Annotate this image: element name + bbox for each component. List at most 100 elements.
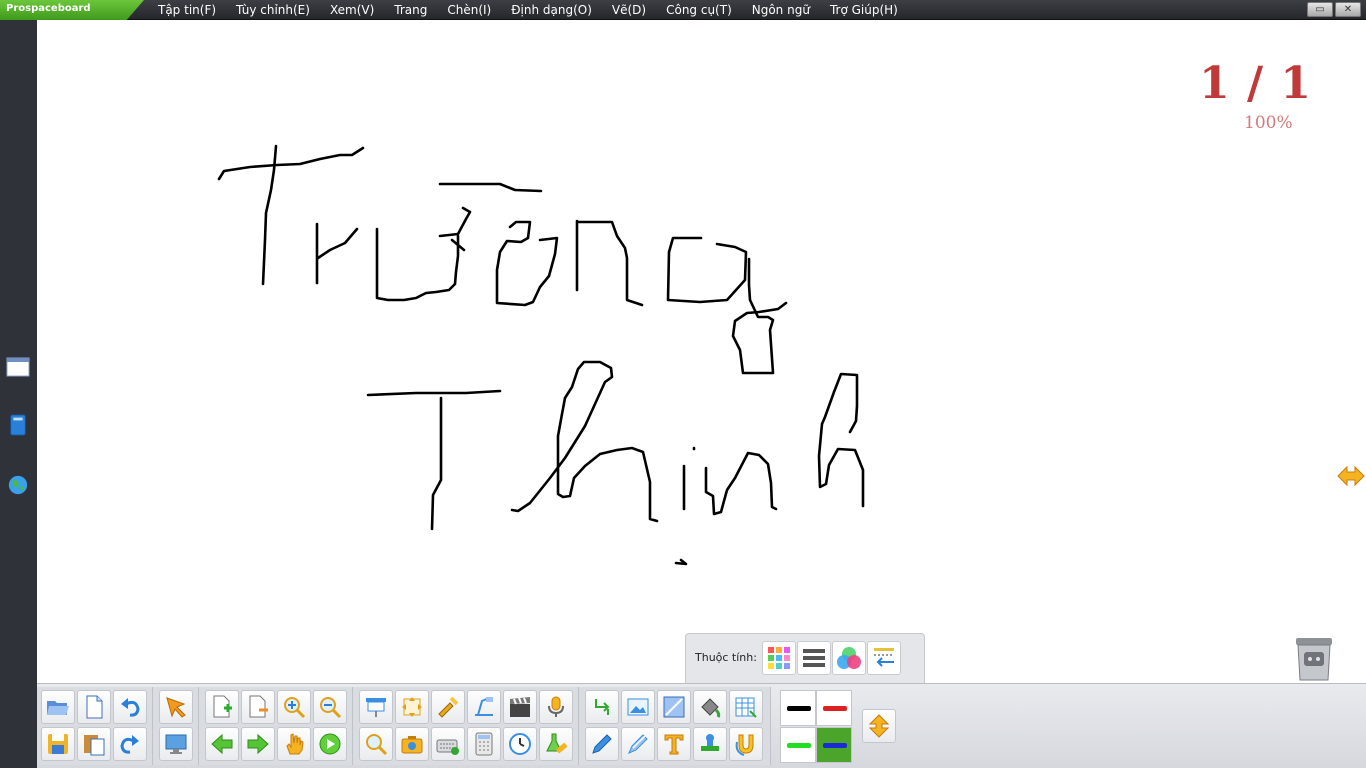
background-icon [663, 696, 685, 718]
text-icon [664, 734, 684, 755]
menu-edit[interactable]: Tùy chỉnh(E) [226, 0, 320, 20]
add-page-icon [213, 695, 232, 718]
zoom-in-button[interactable] [277, 690, 311, 724]
text-button[interactable] [657, 727, 691, 761]
redo-button[interactable] [113, 727, 147, 761]
document-camera-icon [475, 697, 493, 716]
line-width-button[interactable] [867, 641, 901, 675]
open-button[interactable] [41, 690, 75, 724]
clock-icon [509, 733, 531, 755]
menu-format[interactable]: Định dạng(O) [501, 0, 602, 20]
display-button[interactable] [159, 727, 193, 761]
remove-page-button[interactable] [241, 690, 275, 724]
ink-stroke [704, 451, 778, 516]
switch-button[interactable] [585, 690, 619, 724]
menu-insert[interactable]: Chèn(I) [437, 0, 501, 20]
menu-draw[interactable]: Vẽ(D) [602, 0, 656, 20]
book-icon[interactable] [6, 414, 30, 436]
bottom-toolbar [37, 683, 1366, 768]
globe-icon[interactable] [6, 474, 30, 496]
recorder-button[interactable] [503, 690, 537, 724]
screen-shade-button[interactable] [359, 690, 393, 724]
ink-stroke [674, 558, 688, 566]
image-icon [627, 698, 649, 716]
color-swatch-blue-selected[interactable] [816, 727, 852, 763]
new-document-button[interactable] [77, 690, 111, 724]
ink-stroke [438, 206, 472, 238]
menu-items: Tập tin(F) Tùy chỉnh(E) Xem(V) Trang Chè… [148, 0, 908, 20]
save-button[interactable] [41, 727, 75, 761]
menu-view[interactable]: Xem(V) [320, 0, 384, 20]
table-button[interactable] [729, 690, 763, 724]
flashlight-icon [438, 696, 459, 718]
pan-hand-button[interactable] [277, 727, 311, 761]
color-bar [787, 706, 811, 711]
collapse-toolbar-button[interactable] [862, 709, 896, 743]
select-tool-button[interactable] [159, 690, 193, 724]
folder-open-icon [47, 701, 69, 715]
menu-language[interactable]: Ngôn ngữ [742, 0, 820, 20]
keyboard-button[interactable] [431, 727, 465, 761]
spotlight-button[interactable] [431, 690, 465, 724]
zoom-out-icon [320, 697, 342, 719]
menu-bar: Prospaceboard Tập tin(F) Tùy chỉnh(E) Xe… [0, 0, 1366, 20]
magnifier-button[interactable] [359, 727, 393, 761]
stamp-icon [701, 734, 719, 751]
previous-page-button[interactable] [205, 727, 239, 761]
handwriting-strokes [217, 144, 865, 566]
restore-button[interactable]: ▭ [1307, 2, 1333, 17]
color-swatch-red[interactable] [816, 690, 852, 726]
properties-panel: Thuộc tính: [685, 633, 925, 683]
calculator-icon [475, 732, 493, 756]
line-style-button[interactable] [797, 641, 831, 675]
zoom-out-button[interactable] [313, 690, 347, 724]
menu-file[interactable]: Tập tin(F) [148, 0, 226, 20]
properties-label: Thuộc tính: [695, 651, 757, 664]
paste-button[interactable] [77, 727, 111, 761]
swap-arrows-icon [595, 699, 610, 715]
menu-page[interactable]: Trang [384, 0, 437, 20]
color-grid-icon [768, 647, 790, 669]
calculator-button[interactable] [467, 727, 501, 761]
drawing-group [579, 687, 771, 765]
ink-stroke [217, 146, 365, 181]
color-grid-button[interactable] [762, 641, 796, 675]
stamp-button[interactable] [693, 727, 727, 761]
arrow-cursor-icon [166, 697, 186, 718]
menu-help[interactable]: Trợ Giúp(H) [820, 0, 908, 20]
document-icon [86, 695, 103, 719]
image-button[interactable] [621, 690, 655, 724]
add-page-button[interactable] [205, 690, 239, 724]
select-group [153, 687, 199, 765]
color-swatch-black[interactable] [780, 690, 816, 726]
screenshot-button[interactable] [395, 727, 429, 761]
pen-button[interactable] [585, 727, 619, 761]
whiteboard[interactable]: 1 / 1 100% [37, 20, 1366, 683]
trash-icon[interactable] [1293, 634, 1335, 682]
microphone-button[interactable] [539, 690, 573, 724]
magnet-icon [735, 734, 754, 756]
arrow-left-icon [211, 733, 233, 755]
double-arrow-icon[interactable] [1337, 464, 1365, 488]
play-button[interactable] [313, 727, 347, 761]
ink-stroke [438, 182, 543, 193]
next-page-button[interactable] [241, 727, 275, 761]
fullscreen-button[interactable] [395, 690, 429, 724]
background-button[interactable] [657, 690, 691, 724]
document-camera-button[interactable] [467, 690, 501, 724]
color-mix-button[interactable] [832, 641, 866, 675]
window-icon[interactable] [6, 356, 30, 378]
science-tools-button[interactable] [539, 727, 573, 761]
undo-button[interactable] [113, 690, 147, 724]
projector-screen-icon [366, 698, 386, 717]
table-icon [735, 697, 757, 718]
color-swatch-green[interactable] [780, 727, 816, 763]
keyboard-icon [436, 739, 459, 755]
magnet-button[interactable] [729, 727, 763, 761]
fill-button[interactable] [693, 690, 727, 724]
remove-page-icon [249, 695, 268, 718]
close-button[interactable]: ✕ [1335, 2, 1361, 17]
clock-button[interactable] [503, 727, 537, 761]
menu-tools[interactable]: Công cụ(T) [656, 0, 742, 20]
highlighter-button[interactable] [621, 727, 655, 761]
